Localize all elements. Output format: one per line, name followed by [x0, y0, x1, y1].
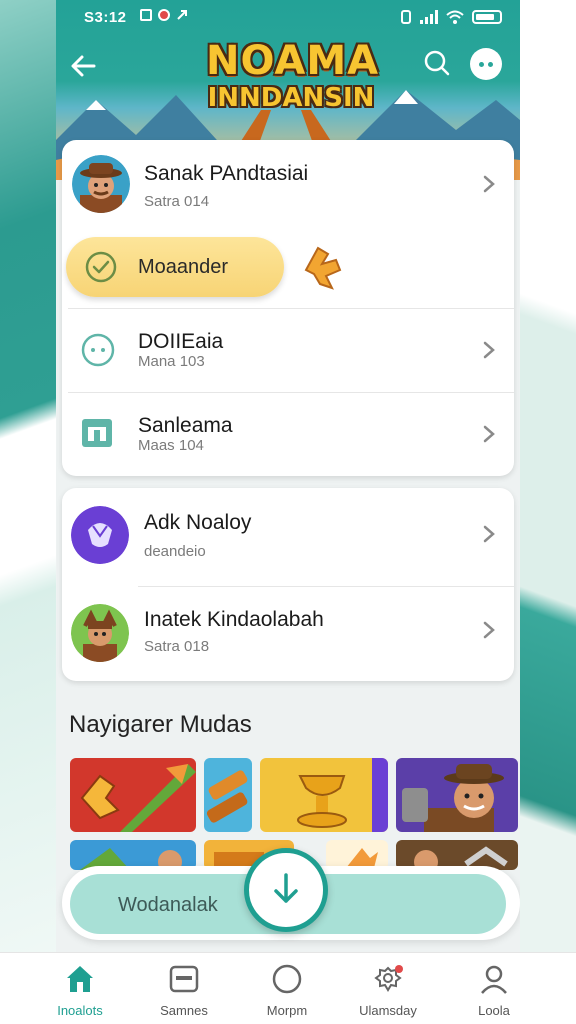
game-thumbnail[interactable]	[396, 758, 518, 832]
alert-icon	[158, 9, 170, 21]
nav-label: Morpm	[266, 1003, 308, 1018]
nav-item-games[interactable]: Samnes	[134, 953, 234, 1024]
vibrate-icon	[401, 10, 411, 24]
nav-label: Ulamsday	[359, 1003, 417, 1018]
status-bar: S3:12	[56, 0, 520, 36]
nav-item-updates[interactable]: Ulamsday	[338, 953, 438, 1024]
nav-label: Loola	[478, 1003, 510, 1018]
section-title: Nayigarer Mudas	[69, 711, 252, 738]
download-arrow-icon	[274, 873, 298, 903]
status-time: S3:12	[84, 9, 127, 26]
list-item-subtitle: Mana 103	[138, 353, 205, 370]
list-item-profile[interactable]: Sanak PAndtasiai Satra 014	[62, 140, 514, 232]
nav-item-more[interactable]: Morpm	[237, 953, 337, 1024]
list-item-subtitle: Satra 018	[144, 638, 210, 655]
list-item-title: Sanak PAndtasiai	[144, 162, 309, 185]
nav-item-home[interactable]: Inoalots	[30, 953, 130, 1024]
chevron-right-icon	[483, 525, 495, 543]
chevron-right-icon	[483, 621, 495, 639]
more-icon	[479, 61, 484, 67]
game-logo: NOAMA INNDANSIN	[206, 38, 380, 113]
game-thumbnail[interactable]	[204, 758, 252, 832]
battery-icon	[472, 10, 502, 24]
nav-item-profile[interactable]: Loola	[444, 953, 544, 1024]
back-arrow-icon[interactable]	[66, 48, 102, 84]
chevron-right-icon	[483, 175, 495, 193]
chevron-right-icon	[483, 425, 495, 443]
bottom-navigation: Inoalots Samnes Morpm Ulamsday Loola	[0, 952, 576, 1024]
chevron-right-icon	[483, 341, 495, 359]
tv-icon	[169, 965, 199, 993]
character-avatar	[71, 604, 129, 662]
puzzle-piece-icon	[304, 246, 342, 290]
chat-circle-icon	[81, 333, 115, 367]
list-item-title: Sanleama	[138, 414, 233, 437]
download-button[interactable]	[244, 848, 328, 932]
download-label: Wodanalak	[118, 894, 218, 916]
game-thumbnail[interactable]	[260, 758, 388, 832]
list-item-subtitle: deandeio	[144, 543, 206, 560]
selected-option-label: Moaander	[138, 256, 229, 278]
list-item[interactable]: Inatek Kindaolabah Satra 018	[62, 586, 514, 681]
nav-label: Inoalots	[57, 1003, 103, 1018]
wifi-icon	[446, 10, 464, 24]
signal-icon	[420, 10, 438, 24]
list-item[interactable]: Sanleama Maas 104	[62, 392, 514, 476]
app-avatar	[71, 506, 129, 564]
adventurer-avatar	[72, 155, 130, 213]
app-screen: S3:12 NOAMA INNDANSIN Sanak PAndtasiai S…	[56, 0, 520, 952]
list-item[interactable]: DOIIEaia Mana 103	[62, 308, 514, 392]
background-left	[0, 0, 60, 1024]
game-thumbnail[interactable]	[70, 758, 196, 832]
notification-icon	[140, 9, 152, 21]
list-item[interactable]: Adk Noaloy deandeio	[62, 488, 514, 586]
check-circle-icon	[85, 251, 117, 283]
search-icon[interactable]	[422, 48, 452, 78]
circle-icon	[272, 964, 302, 994]
more-options-button[interactable]	[470, 48, 502, 80]
list-card-secondary: Adk Noaloy deandeio Inatek Kindaolabah S…	[62, 488, 514, 681]
send-icon	[177, 10, 187, 20]
nav-label: Samnes	[160, 1003, 208, 1018]
gear-badge-icon	[374, 965, 403, 992]
background-right	[516, 0, 576, 1024]
home-icon	[67, 966, 93, 992]
selected-option-pill[interactable]: Moaander	[66, 237, 284, 297]
list-item-subtitle: Maas 104	[138, 437, 204, 454]
list-item-title: DOIIEaia	[138, 330, 224, 353]
window-icon	[82, 419, 112, 447]
list-item-title: Adk Noaloy	[144, 511, 252, 534]
list-item-subtitle: Satra 014	[144, 193, 210, 210]
person-icon	[481, 965, 507, 994]
list-card-primary: Sanak PAndtasiai Satra 014 Moaander DOII…	[62, 140, 514, 476]
list-item-title: Inatek Kindaolabah	[144, 608, 324, 631]
